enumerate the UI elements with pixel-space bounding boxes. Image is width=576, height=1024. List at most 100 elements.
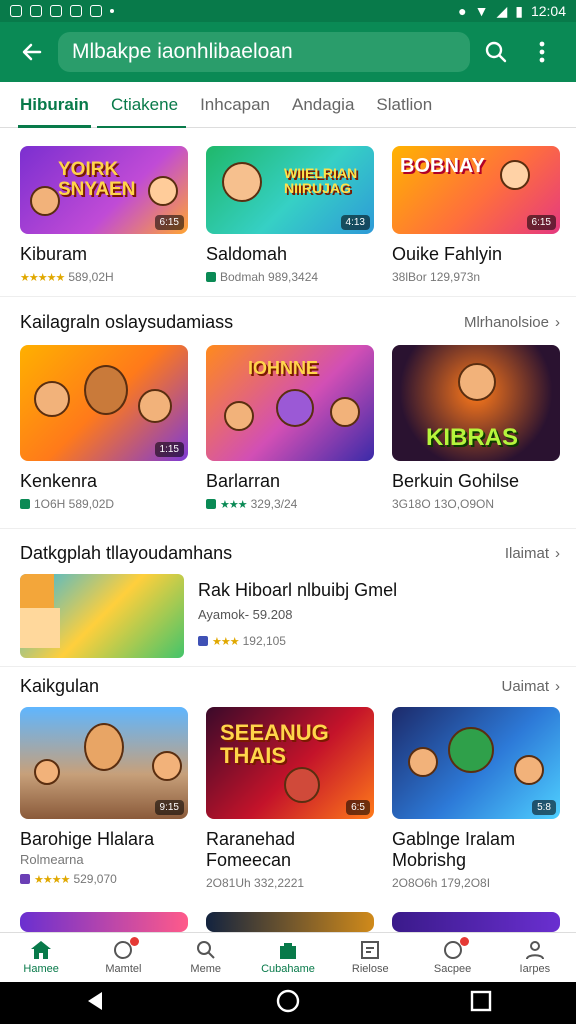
game-title: Kenkenra: [20, 471, 98, 491]
search-button[interactable]: [476, 32, 516, 72]
overflow-menu-button[interactable]: [522, 32, 562, 72]
system-back-button[interactable]: [84, 990, 106, 1017]
status-bar: ● ▼ ◢ ▮ 12:04: [0, 0, 576, 22]
game-row-2: 1:15 Kenkenra 1O6H 589,02D IOHNNE Barlar…: [20, 345, 560, 511]
game-card[interactable]: 1:15 Kenkenra 1O6H 589,02D: [20, 345, 188, 511]
game-thumbnail: YOIRK SNYAEN 6:15: [20, 146, 188, 234]
character-image: [408, 747, 438, 777]
game-thumbnail: IOHNNE: [206, 345, 374, 461]
search-field[interactable]: Mlbakpe iaonhlibaeloan: [58, 32, 470, 72]
game-card[interactable]: IOHNNE Barlarran ★★★ 329,3/24: [206, 345, 374, 511]
section-divider: [0, 666, 576, 667]
see-more-link[interactable]: Uaimat ›: [501, 678, 560, 695]
duration-badge: 6:15: [154, 215, 184, 230]
chevron-right-icon: ›: [555, 545, 560, 562]
status-icons-left: [10, 5, 114, 17]
status-icons-right: ● ▼ ◢ ▮ 12:04: [458, 3, 566, 20]
game-art-title: BOBNAY: [400, 155, 485, 177]
section-header: Datkgplah tllayoudamhans Ilaimat ›: [20, 543, 560, 564]
character-image: [152, 751, 182, 781]
notification-icon: [70, 5, 82, 17]
section-divider: [0, 528, 576, 529]
battery-icon: ▮: [515, 2, 523, 19]
game-subtitle: Rolmearna: [20, 852, 84, 867]
tab-inhcapan[interactable]: Inhcapan: [200, 82, 270, 128]
character-image: [20, 648, 50, 658]
game-art-title: SEEANUG THAIS: [220, 720, 329, 769]
chevron-right-icon: ›: [555, 314, 560, 331]
system-recents-button[interactable]: [470, 990, 492, 1017]
see-more-link[interactable]: Mlrhanolsioe ›: [464, 314, 560, 331]
nav-favorites[interactable]: Sacpee: [417, 937, 489, 975]
developer-icon: [206, 499, 216, 509]
game-thumbnail: 1:15: [20, 345, 188, 461]
game-card[interactable]: BOBNAY 6:15 Ouike Fahlyin 38lBor 129,973…: [392, 146, 560, 284]
game-thumbnail[interactable]: [206, 912, 374, 932]
game-card[interactable]: SEEANUG THAIS 6:5 Raranehad Fomeecan 2O8…: [206, 707, 374, 890]
game-meta: 2O8O6h 179,2O8I: [392, 876, 491, 890]
game-thumbnail[interactable]: [20, 912, 188, 932]
tab-slatlion[interactable]: Slatlion: [376, 82, 432, 128]
wifi-icon: ▼: [474, 3, 489, 19]
system-home-button[interactable]: [275, 988, 301, 1019]
see-more-link[interactable]: Ilaimat ›: [505, 545, 560, 562]
rating-stars-icon: ★★★★★: [20, 271, 65, 284]
bottom-navigation: Hamee Mamtel Meme Cubahame Rielose Sacpe…: [0, 932, 576, 982]
game-card[interactable]: 9:15 Barohige Hlalara Rolmearna ★★★★ 529,…: [20, 707, 188, 890]
notification-badge: [130, 937, 140, 946]
character-image: [20, 574, 54, 608]
game-meta: 3G18O 13O,O9ON: [392, 497, 495, 511]
developer-icon: [20, 499, 30, 509]
game-meta: ★★★ 329,3/24: [206, 497, 374, 511]
nav-profile[interactable]: Iarpes: [499, 940, 571, 975]
featured-game[interactable]: Rak Hiboarl nlbuibj Gmel Ayamok- 59.208 …: [20, 574, 560, 658]
tab-hiburain[interactable]: Hiburain: [18, 82, 91, 128]
game-title: Kiburam: [20, 244, 88, 264]
library-icon: [358, 940, 382, 960]
game-card[interactable]: 5:8 Gablnge Iralam Mobrishg 2O8O6h 179,2…: [392, 707, 560, 890]
game-card[interactable]: KIBRAS Berkuin Gohilse 3G18O 13O,O9ON: [392, 345, 560, 511]
back-button[interactable]: [12, 32, 52, 72]
game-thumbnail: 5:8: [392, 707, 560, 819]
game-title: Barlarran: [206, 471, 281, 491]
character-image: [34, 759, 60, 785]
character-image: [20, 608, 60, 648]
nav-store[interactable]: Cubahame: [252, 940, 324, 975]
nav-games[interactable]: Mamtel: [87, 937, 159, 975]
search-icon: [194, 940, 218, 960]
nav-search[interactable]: Meme: [170, 940, 242, 975]
game-thumbnail[interactable]: [392, 912, 560, 932]
character-image: [30, 186, 60, 216]
section-header: Kaikgulan Uaimat ›: [20, 676, 560, 697]
tab-andagia[interactable]: Andagia: [292, 82, 354, 128]
category-tabs: Hiburain Ctiakene Inhcapan Andagia Slatl…: [0, 82, 576, 128]
developer-icon: [206, 272, 216, 282]
game-card[interactable]: YOIRK SNYAEN 6:15 Kiburam ★★★★★ 589,02H: [20, 146, 188, 284]
more-notifications-icon: [110, 9, 114, 13]
game-title: Saldomah: [206, 244, 288, 264]
character-image: [500, 160, 530, 190]
nav-library[interactable]: Rielose: [334, 940, 406, 975]
character-image: [84, 723, 124, 771]
search-query: Mlbakpe iaonhlibaeloan: [72, 40, 293, 63]
section-title: Kaikgulan: [20, 676, 100, 696]
character-image: [448, 727, 494, 773]
nav-home[interactable]: Hamee: [5, 940, 77, 975]
featured-info: Rak Hiboarl nlbuibj Gmel Ayamok- 59.208 …: [198, 574, 397, 658]
notification-badge: [459, 937, 469, 946]
game-meta: 2O81Uh 332,2221: [206, 876, 305, 890]
search-icon: [485, 41, 507, 63]
character-image: [34, 381, 70, 417]
game-title: Barohige Hlalara: [20, 829, 155, 849]
game-thumbnail: 9:15: [20, 707, 188, 819]
game-card[interactable]: WIIELRIAN NIIRUJAG 4:13 Saldomah Bodmah …: [206, 146, 374, 284]
system-navigation-bar: [0, 982, 576, 1024]
game-thumbnail: SEEANUG THAIS 6:5: [206, 707, 374, 819]
character-image: [222, 162, 262, 202]
tab-ctiakene[interactable]: Ctiakene: [96, 82, 187, 128]
chevron-right-icon: ›: [555, 678, 560, 695]
rating-stars-icon: ★★★: [212, 635, 240, 648]
location-icon: ●: [458, 3, 467, 19]
character-image: [138, 389, 172, 423]
section-title: Kailagraln oslaysudamiass: [20, 312, 234, 332]
